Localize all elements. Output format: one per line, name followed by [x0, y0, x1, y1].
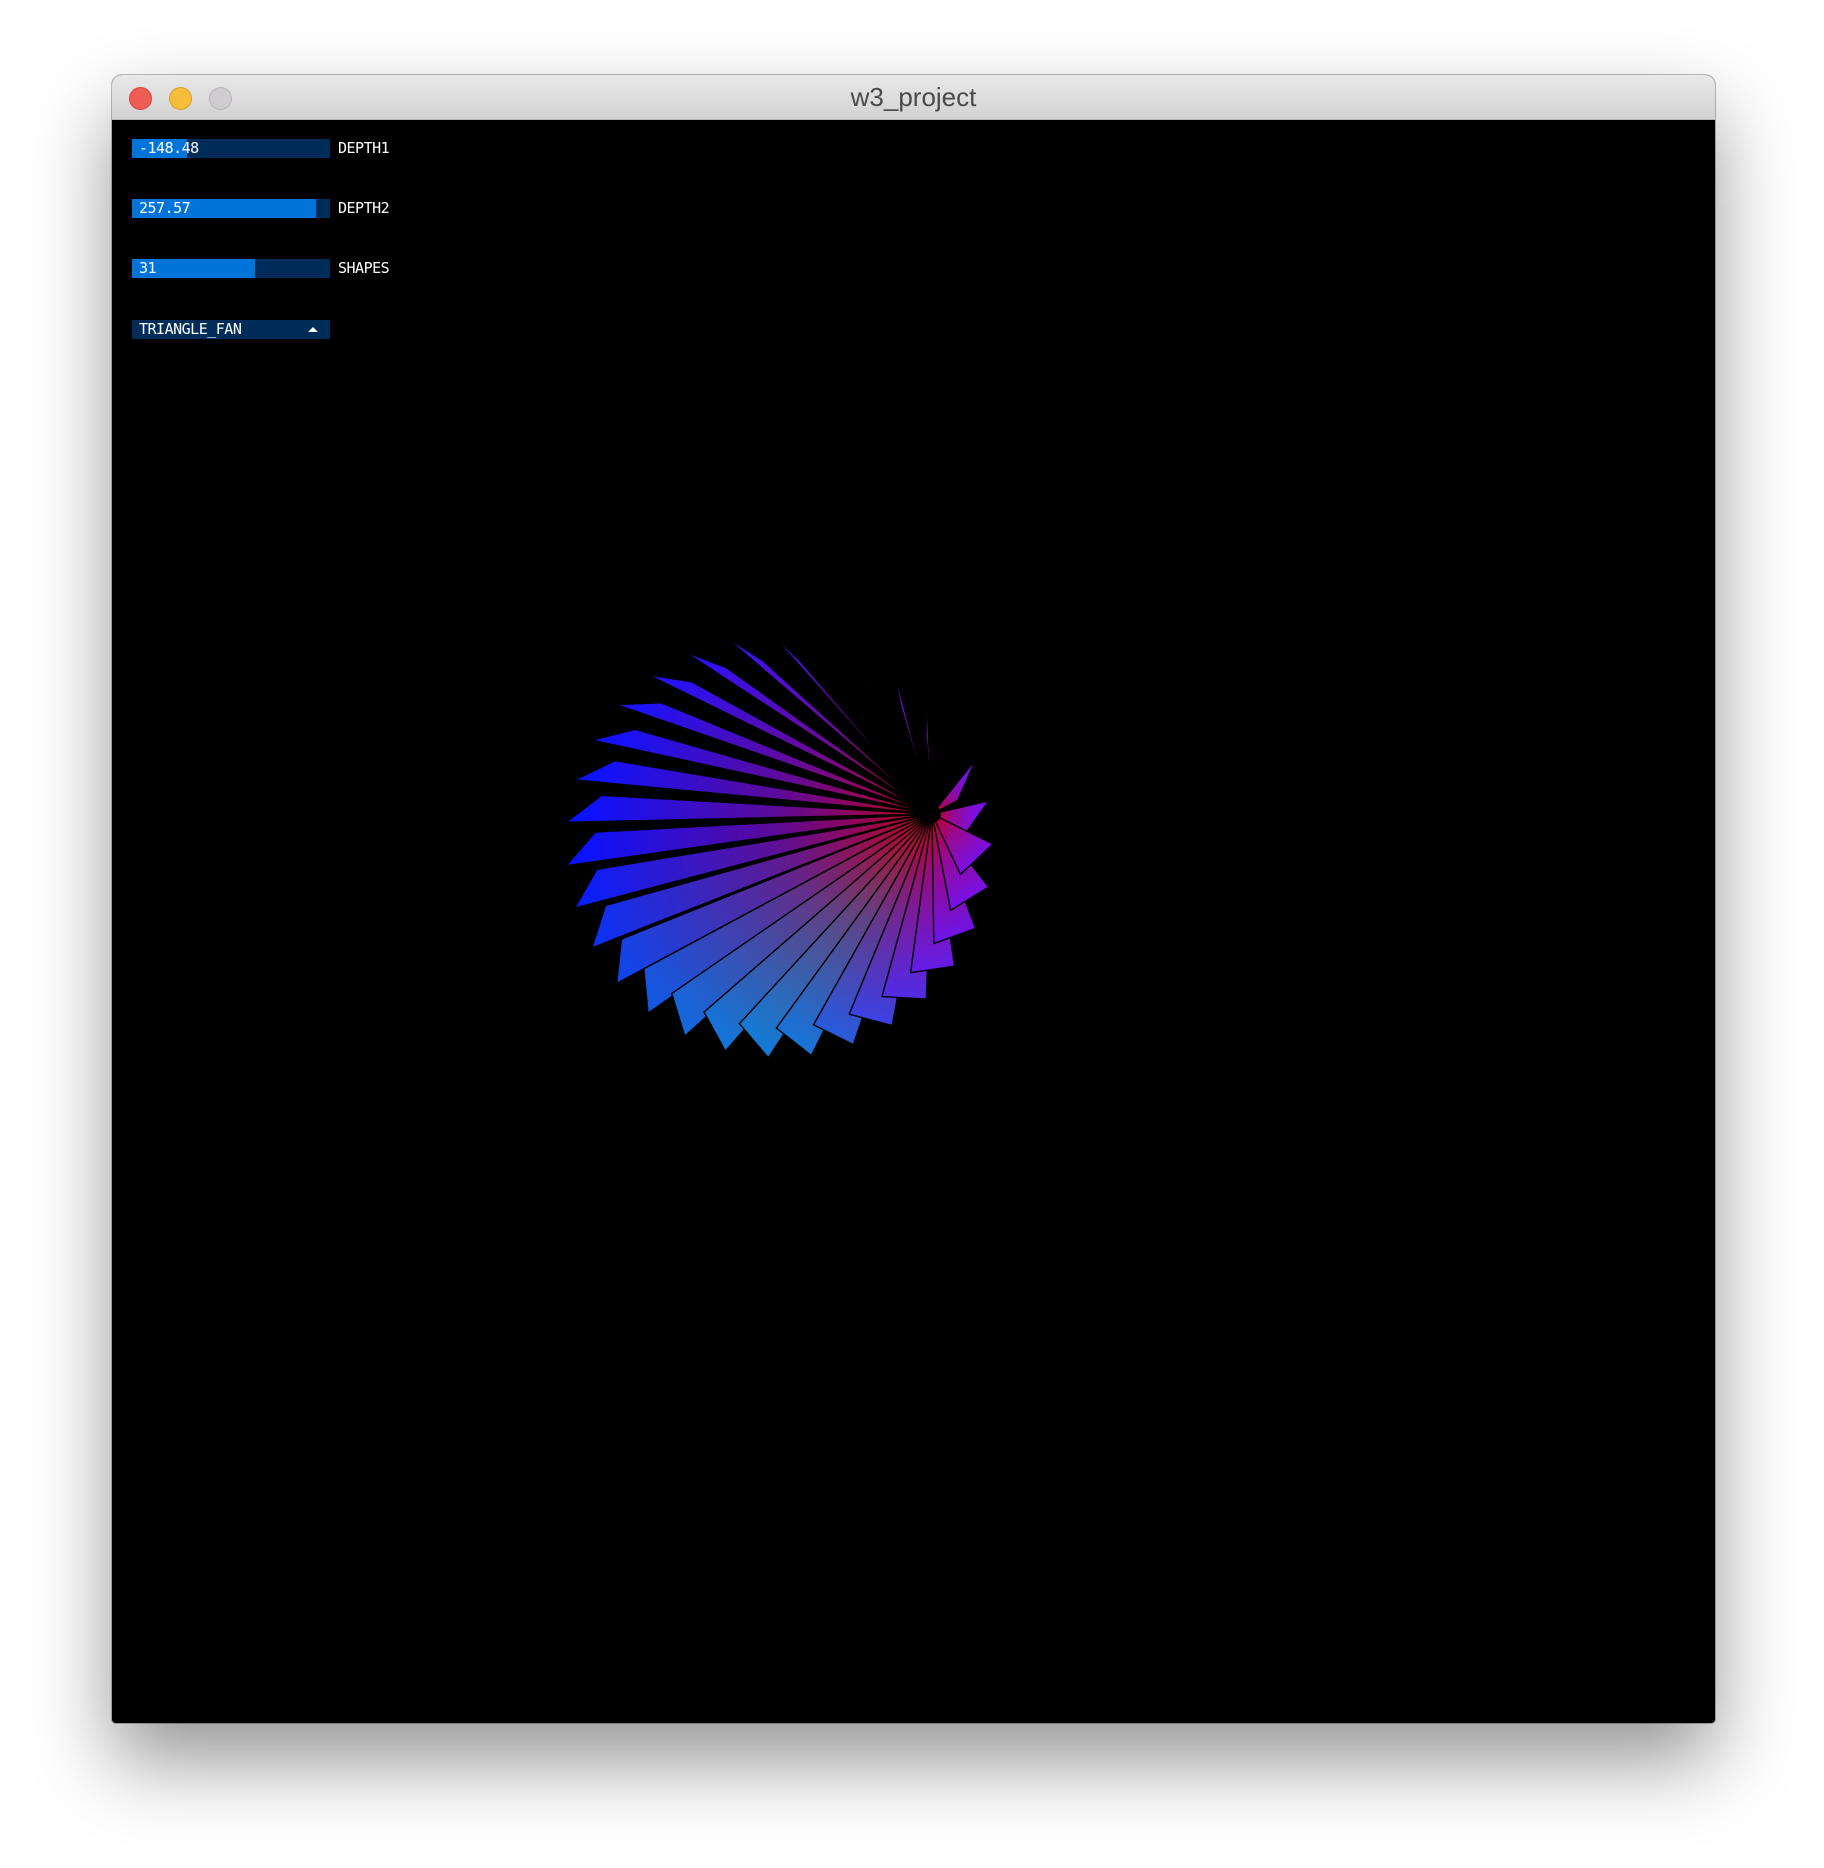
- primitive-dropdown-value: TRIANGLE_FAN: [139, 320, 242, 338]
- caret-up-icon: [308, 327, 318, 332]
- shapes-value: 31: [139, 259, 157, 277]
- app-window: w3_project -148.48 DEPTH1 257.57 DEPTH2 …: [112, 75, 1715, 1723]
- depth1-label: DEPTH1: [338, 139, 390, 157]
- title-bar[interactable]: w3_project: [112, 75, 1715, 120]
- depth2-label: DEPTH2: [338, 199, 390, 217]
- depth1-slider[interactable]: -148.48: [132, 139, 330, 158]
- primitive-dropdown[interactable]: TRIANGLE_FAN: [132, 320, 330, 339]
- depth2-slider[interactable]: 257.57: [132, 199, 330, 218]
- window-title: w3_project: [850, 82, 977, 112]
- shapes-label: SHAPES: [338, 259, 390, 277]
- render-canvas[interactable]: -148.48 DEPTH1 257.57 DEPTH2 31 SHAPES T…: [112, 120, 1715, 1723]
- fan-hub: [923, 805, 941, 823]
- depth1-value: -148.48: [139, 139, 199, 157]
- depth2-value: 257.57: [139, 199, 191, 217]
- triangle-fan-scene: [565, 629, 994, 1059]
- shapes-slider[interactable]: 31: [132, 259, 330, 278]
